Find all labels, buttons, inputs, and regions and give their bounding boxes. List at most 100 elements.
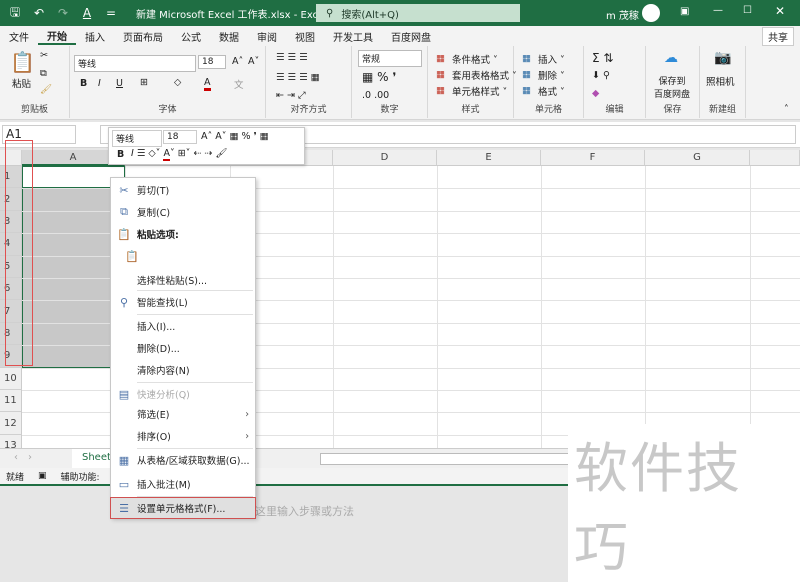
- close-icon[interactable]: ✕: [775, 4, 785, 18]
- percent-icon[interactable]: ▦ % ❜: [362, 70, 396, 84]
- user-name[interactable]: m 茂稼: [606, 7, 639, 22]
- search-box[interactable]: ⚲ 搜索(Alt+Q): [316, 4, 520, 22]
- row-header-12[interactable]: 12: [0, 412, 22, 435]
- camera-icon[interactable]: 📷: [714, 50, 731, 66]
- number-format-select[interactable]: 常规: [358, 50, 422, 67]
- customize-qat-icon[interactable]: =: [102, 6, 120, 20]
- menu-item-9: ▤ 快速分析(Q): [111, 384, 255, 404]
- paste-button[interactable]: 📋: [10, 50, 35, 74]
- menu-item-0[interactable]: ✂ 剪切(T): [111, 180, 255, 200]
- step-input-hint: 这里输入步骤或方法: [255, 505, 354, 518]
- horizontal-scrollbar[interactable]: [320, 453, 570, 465]
- row-header-11[interactable]: 11: [0, 390, 22, 413]
- collapse-ribbon-icon[interactable]: ˄: [784, 104, 789, 115]
- borders-icon[interactable]: ⊞: [140, 77, 148, 88]
- menu-separator: [137, 496, 253, 497]
- camera-button[interactable]: 照相机: [706, 74, 735, 88]
- mini-font-select[interactable]: 等线: [112, 130, 162, 147]
- menu-item-10[interactable]: 筛选(E) ›: [111, 404, 255, 424]
- column-header-F[interactable]: F: [541, 150, 645, 166]
- fill-color-icon[interactable]: ◇: [174, 77, 181, 88]
- align-left-icon[interactable]: ☰ ☰ ☰ ▦: [276, 72, 320, 83]
- quick-analysis-icon: ▤: [118, 387, 130, 401]
- mini-font-tools-icon[interactable]: A˄ A˅ ▦ % ❜ ▦: [201, 131, 269, 142]
- column-header-D[interactable]: D: [333, 150, 437, 166]
- increase-font-icon[interactable]: A˄: [232, 56, 243, 67]
- tab-home[interactable]: 开始: [38, 28, 76, 45]
- indent-icon[interactable]: ⇤ ⇥ ⤢: [276, 90, 306, 101]
- find-icon[interactable]: ⬇ ⚲: [592, 70, 610, 81]
- format-painter-icon[interactable]: 🖌: [40, 84, 52, 95]
- mini-size-select[interactable]: 18: [163, 130, 197, 144]
- number-group: 常规 ▦ % ❜ .0 .00 数字: [352, 46, 428, 118]
- cut-icon[interactable]: ✂: [40, 50, 48, 61]
- tab-review[interactable]: 审阅: [248, 29, 286, 44]
- ribbon-display-icon[interactable]: ▣: [680, 6, 689, 17]
- delete-cells-button[interactable]: 删除 ˅: [538, 68, 565, 82]
- cell-styles-button[interactable]: 单元格样式 ˅: [452, 84, 507, 98]
- font-color-icon[interactable]: A: [204, 77, 211, 91]
- menu-item-11[interactable]: 排序(O) ›: [111, 426, 255, 446]
- font-name-select[interactable]: 等线: [74, 55, 196, 72]
- menu-item-8[interactable]: 清除内容(N): [111, 360, 255, 380]
- decimal-icon[interactable]: .0 .00: [362, 90, 389, 101]
- macro-icon[interactable]: ▣: [38, 471, 47, 481]
- tab-developer[interactable]: 开发工具: [324, 29, 382, 44]
- decrease-font-icon[interactable]: A˅: [248, 56, 259, 67]
- phonetic-icon[interactable]: 文: [234, 77, 244, 91]
- tab-file[interactable]: 文件: [0, 29, 38, 44]
- bold-button[interactable]: B: [80, 78, 87, 89]
- mini-bold-icon[interactable]: B: [117, 149, 124, 160]
- menu-item-7[interactable]: 删除(D)...: [111, 338, 255, 358]
- italic-button[interactable]: I: [98, 78, 101, 89]
- editing-group: Σ ⇅ ⬇ ⚲ ◆ 编辑: [584, 46, 646, 118]
- column-header-G[interactable]: G: [645, 150, 750, 166]
- tab-data[interactable]: 数据: [210, 29, 248, 44]
- copy-icon[interactable]: ⧉: [40, 68, 47, 79]
- save-icon[interactable]: 🖫: [6, 3, 24, 24]
- underline-button[interactable]: U: [116, 78, 123, 89]
- undo-icon[interactable]: ↶: [30, 6, 48, 20]
- menu-item-1[interactable]: ⧉ 复制(C): [111, 202, 255, 222]
- tab-formulas[interactable]: 公式: [172, 29, 210, 44]
- menu-item-12[interactable]: ▦ 从表格/区域获取数据(G)...: [111, 450, 255, 470]
- clear-icon[interactable]: ◆: [592, 88, 599, 99]
- menu-item-13[interactable]: ▭ 插入批注(M): [111, 474, 255, 494]
- avatar[interactable]: [642, 4, 660, 22]
- tab-insert[interactable]: 插入: [76, 29, 114, 44]
- share-button[interactable]: 共享: [762, 27, 794, 46]
- watermark: 软件技巧: [568, 424, 800, 582]
- menu-item-3[interactable]: 📋: [111, 244, 255, 268]
- autosum-icon[interactable]: Σ ⇅: [592, 51, 613, 65]
- maximize-icon[interactable]: ☐: [743, 5, 752, 16]
- prev-sheet-icon[interactable]: ‹: [14, 452, 18, 463]
- baidu-cloud-icon[interactable]: ☁: [664, 50, 678, 66]
- align-top-icon[interactable]: ☰ ☰ ☰: [276, 52, 308, 63]
- font-color-icon[interactable]: A: [78, 6, 96, 20]
- menu-item-4[interactable]: 选择性粘贴(S)...: [111, 270, 255, 290]
- font-size-select[interactable]: 18: [198, 55, 226, 69]
- conditional-format-button[interactable]: 条件格式 ˅: [452, 52, 498, 66]
- column-header-H[interactable]: [750, 150, 800, 166]
- format-cells-button[interactable]: 格式 ˅: [538, 84, 565, 98]
- accessibility-status[interactable]: 辅助功能:: [61, 470, 100, 483]
- menu-item-5[interactable]: ⚲ 智能查找(L): [111, 292, 255, 312]
- clipboard-group: 📋 粘贴 ✂ ⧉ 🖌 剪贴板: [0, 46, 70, 118]
- column-header-E[interactable]: E: [437, 150, 541, 166]
- mini-format-icons[interactable]: I ☰ ◇˅ A˅ ⊞˅ ⇠ ⇢ 🖌: [131, 148, 227, 161]
- row-header-10[interactable]: 10: [0, 367, 22, 390]
- redo-icon[interactable]: ↷: [54, 6, 72, 20]
- menu-item-14[interactable]: ☰ 设置单元格格式(F)...: [110, 497, 256, 519]
- tab-page-layout[interactable]: 页面布局: [114, 29, 172, 44]
- menu-item-2: 📋 粘贴选项:: [111, 224, 255, 244]
- tab-baidu[interactable]: 百度网盘: [382, 29, 440, 44]
- format-as-table-button[interactable]: 套用表格格式 ˅: [452, 68, 517, 82]
- tab-view[interactable]: 视图: [286, 29, 324, 44]
- next-sheet-icon[interactable]: ›: [28, 452, 32, 463]
- minimize-icon[interactable]: —: [713, 5, 723, 16]
- insert-cells-button[interactable]: 插入 ˅: [538, 52, 565, 66]
- menu-item-label: 筛选(E): [137, 410, 170, 421]
- menu-item-label: 复制(C): [137, 208, 171, 219]
- save-to-baidu-button[interactable]: 保存到 百度网盘: [654, 74, 690, 100]
- menu-item-6[interactable]: 插入(I)...: [111, 316, 255, 336]
